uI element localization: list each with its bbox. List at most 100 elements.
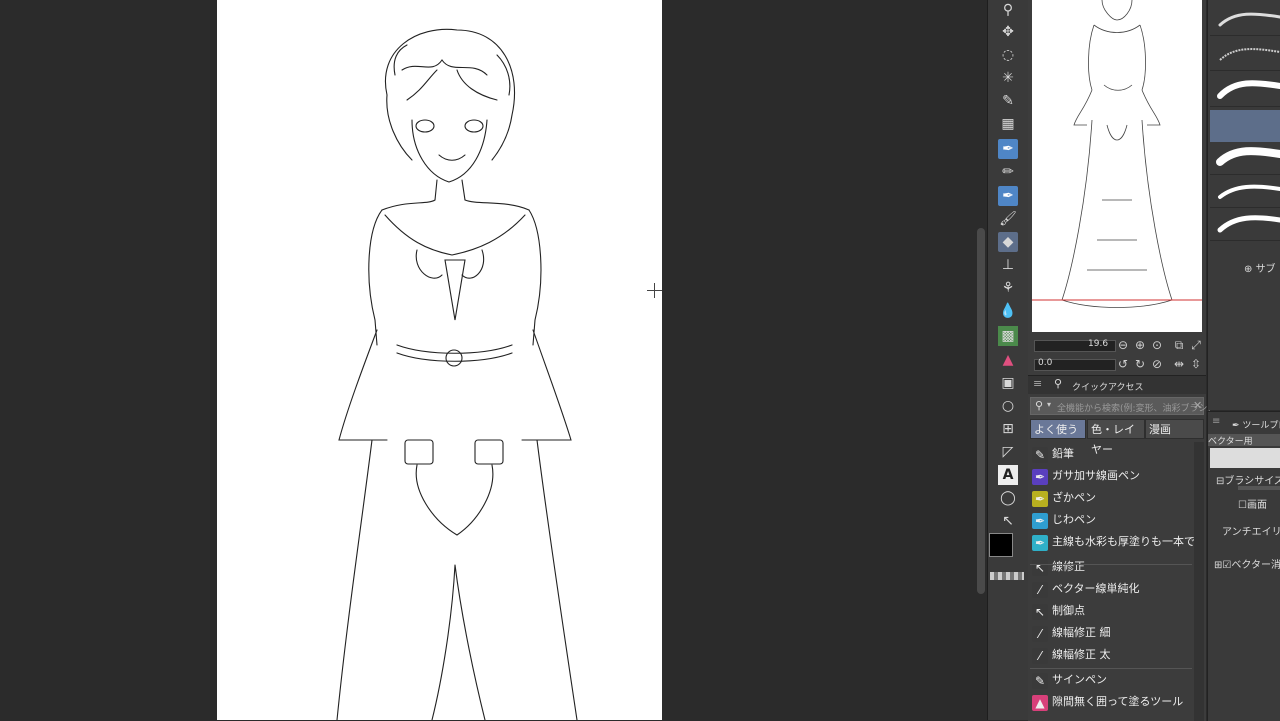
bucket-icon[interactable]: ▲ xyxy=(998,350,1018,370)
gradient-icon[interactable]: ▣ xyxy=(998,373,1018,393)
add-sub-tool-button[interactable]: ⊕ サブ xyxy=(1244,260,1276,275)
rotate-right-icon[interactable]: ↻ xyxy=(1133,357,1147,371)
frame-icon[interactable]: ⊞ xyxy=(998,419,1018,439)
move-icon[interactable]: ✥ xyxy=(998,22,1018,42)
tool-property-title: ✒ ツールプロ xyxy=(1232,421,1280,431)
quick-access-item-label: サインペン xyxy=(1052,673,1107,686)
lasso-icon[interactable]: ◌ xyxy=(998,45,1018,65)
quick-access-item[interactable]: ↖ 線修正 xyxy=(1030,556,1194,578)
brush-preset[interactable] xyxy=(1210,208,1280,241)
quick-access-item-label: 線幅修正 細 xyxy=(1052,626,1111,639)
brush-preset[interactable] xyxy=(1210,142,1280,175)
quick-access-item[interactable]: ✒ ガサ加サ線画ペン xyxy=(1030,465,1194,487)
crosshair-cursor xyxy=(647,283,662,298)
fit-window-icon[interactable]: ⧉ xyxy=(1172,338,1186,352)
text-tool-icon[interactable]: A xyxy=(998,465,1018,485)
flip-horizontal-icon[interactable]: ⇹ xyxy=(1172,357,1186,371)
quick-access-item[interactable]: ▲ 隙間無く囲って塗るツール xyxy=(1030,691,1194,713)
blend-icon[interactable]: 💧 xyxy=(998,301,1018,321)
correct-line-icon[interactable]: ↖ xyxy=(998,511,1018,531)
rotate-left-icon[interactable]: ↺ xyxy=(1116,357,1130,371)
pen-icon: ✒ xyxy=(1032,535,1048,551)
vector-eraser-option[interactable]: ⊞☑ベクター消 xyxy=(1214,556,1280,571)
brush-preset[interactable] xyxy=(1210,38,1280,71)
quick-access-item-label: じわペン xyxy=(1052,513,1096,526)
quick-access-header: ≡ ⚲ クイックアクセス xyxy=(1028,376,1206,394)
pencil-icon: ✎ xyxy=(1032,673,1048,689)
zoom-value: 19.6 xyxy=(1088,339,1109,349)
brush-size-slider[interactable] xyxy=(1238,486,1280,490)
object-tool-icon[interactable]: ⚲ xyxy=(998,0,1018,20)
preset-tab[interactable]: ベクター用 xyxy=(1208,434,1280,447)
balloon-icon[interactable]: ◯ xyxy=(998,488,1018,508)
stamp-icon[interactable]: ⊥ xyxy=(998,255,1018,275)
pencil-tool-icon[interactable]: ✏ xyxy=(998,162,1018,182)
screen-option[interactable]: ☐画面 xyxy=(1238,496,1267,511)
actual-size-icon[interactable]: ⊙ xyxy=(1150,338,1164,352)
reset-rotation-icon[interactable]: ⊘ xyxy=(1150,357,1164,371)
quick-access-panel: ≡ ⚲ クイックアクセス ⚲ ▾ 全機能から検索(例:変形、油彩ブラシ) ✕ よ… xyxy=(1028,375,1211,721)
quick-access-item[interactable]: ✒ ざかペン xyxy=(1030,487,1194,509)
tab-color-layer[interactable]: 色・レイヤー xyxy=(1087,419,1145,456)
scrollbar-thumb[interactable] xyxy=(977,228,985,594)
grid-icon[interactable]: ▦ xyxy=(998,114,1018,134)
tool-property-icon: ✒ xyxy=(1232,421,1243,431)
checkbox-checked[interactable]: ☑ xyxy=(1222,560,1231,571)
tool-palette: ⚲ ✥ ◌ ✳ ✎ ▦ ✒ ✏ ✒ 🖌 ◆ ⊥ ⚘ 💧 ▩ ▲ ▣ ○ ⊞ ◸ … xyxy=(987,0,1028,720)
circle-shape-icon[interactable]: ○ xyxy=(998,396,1018,416)
fill-icon: ▲ xyxy=(1032,695,1048,711)
brush-preset[interactable] xyxy=(1210,74,1280,107)
quick-access-item[interactable]: ✒ 主線も水彩も厚塗りも一本でやる者たちの xyxy=(1030,531,1194,553)
eyedropper-icon[interactable]: ✎ xyxy=(998,91,1018,111)
drawing-canvas[interactable] xyxy=(217,0,662,720)
quick-access-item[interactable]: ↖ 制御点 xyxy=(1030,600,1194,622)
clear-search-icon[interactable]: ✕ xyxy=(1193,399,1202,412)
magic-wand-icon[interactable]: ✳ xyxy=(998,68,1018,88)
search-icon: ⚲ xyxy=(1035,399,1044,412)
fill-pattern-icon[interactable]: ▩ xyxy=(998,326,1018,346)
quick-access-item[interactable]: ✎ 鉛筆 xyxy=(1030,443,1194,465)
checkbox[interactable]: ☐ xyxy=(1238,500,1247,511)
search-dropdown-icon[interactable]: ▾ xyxy=(1047,400,1051,409)
main-color-swatch[interactable] xyxy=(989,533,1013,557)
transparent-color-swatch[interactable] xyxy=(990,572,1024,580)
control-point-icon: ↖ xyxy=(1032,604,1048,620)
canvas-scrollbar[interactable] xyxy=(975,0,987,720)
antialias-label: アンチエイリア xyxy=(1222,527,1280,538)
tool-property-panel: ≡ ✒ ツールプロ ベクター用 ⊟ブラシサイズ ☐画面 アンチエイリア ⊞☑ベク… xyxy=(1207,411,1280,721)
quick-access-item[interactable]: ⁄ 線幅修正 太 xyxy=(1030,644,1194,666)
brush-tool-icon[interactable]: ✒ xyxy=(998,186,1018,206)
brush-preset[interactable] xyxy=(1210,175,1280,208)
tab-manga[interactable]: 漫画 xyxy=(1145,419,1204,439)
zoom-in-icon[interactable]: ⊕ xyxy=(1133,338,1147,352)
quick-access-item-label: 線修正 xyxy=(1052,560,1085,573)
pen-tool-icon[interactable]: ✒ xyxy=(998,139,1018,159)
fit-navigator-icon[interactable]: ⤢ xyxy=(1189,338,1203,352)
brush-icon: ⁄ xyxy=(1032,626,1048,642)
decoration-icon[interactable]: ⚘ xyxy=(998,278,1018,298)
brush-preset[interactable] xyxy=(1210,3,1280,36)
ruler-icon[interactable]: ◸ xyxy=(998,442,1018,462)
quick-access-item-label: 主線も水彩も厚塗りも一本でやる者たちの xyxy=(1052,535,1194,548)
quick-access-item[interactable]: ✎ サインペン xyxy=(1030,669,1194,691)
brush-preset-selected[interactable] xyxy=(1210,110,1280,143)
eraser-icon[interactable]: ◆ xyxy=(998,232,1018,252)
quick-access-scrollbar[interactable] xyxy=(1194,442,1204,721)
quick-access-item[interactable]: ✒ じわペン xyxy=(1030,509,1194,531)
pen-icon: ✒ xyxy=(1032,491,1048,507)
quick-access-title: クイックアクセス xyxy=(1072,383,1144,393)
tab-favorites[interactable]: よく使う xyxy=(1030,419,1086,439)
pen-icon: ✒ xyxy=(1032,513,1048,529)
quick-access-search[interactable]: ⚲ ▾ 全機能から検索(例:変形、油彩ブラシ) ✕ xyxy=(1030,397,1211,415)
zoom-out-icon[interactable]: ⊖ xyxy=(1116,338,1130,352)
panel-menu-icon[interactable]: ≡ xyxy=(1033,377,1042,390)
flip-vertical-icon[interactable]: ⇳ xyxy=(1189,357,1203,371)
brush-icon: ⁄ xyxy=(1032,582,1048,598)
quick-access-item[interactable]: ⁄ 線幅修正 細 xyxy=(1030,622,1194,644)
airbrush-icon[interactable]: 🖌 xyxy=(998,209,1018,229)
quick-access-item[interactable]: ⁄ ベクター線単純化 xyxy=(1030,578,1194,600)
divider xyxy=(1030,564,1192,565)
navigator-preview[interactable] xyxy=(1032,0,1202,332)
panel-menu-icon[interactable]: ≡ xyxy=(1212,416,1220,427)
quick-access-item-label: 鉛筆 xyxy=(1052,447,1074,460)
